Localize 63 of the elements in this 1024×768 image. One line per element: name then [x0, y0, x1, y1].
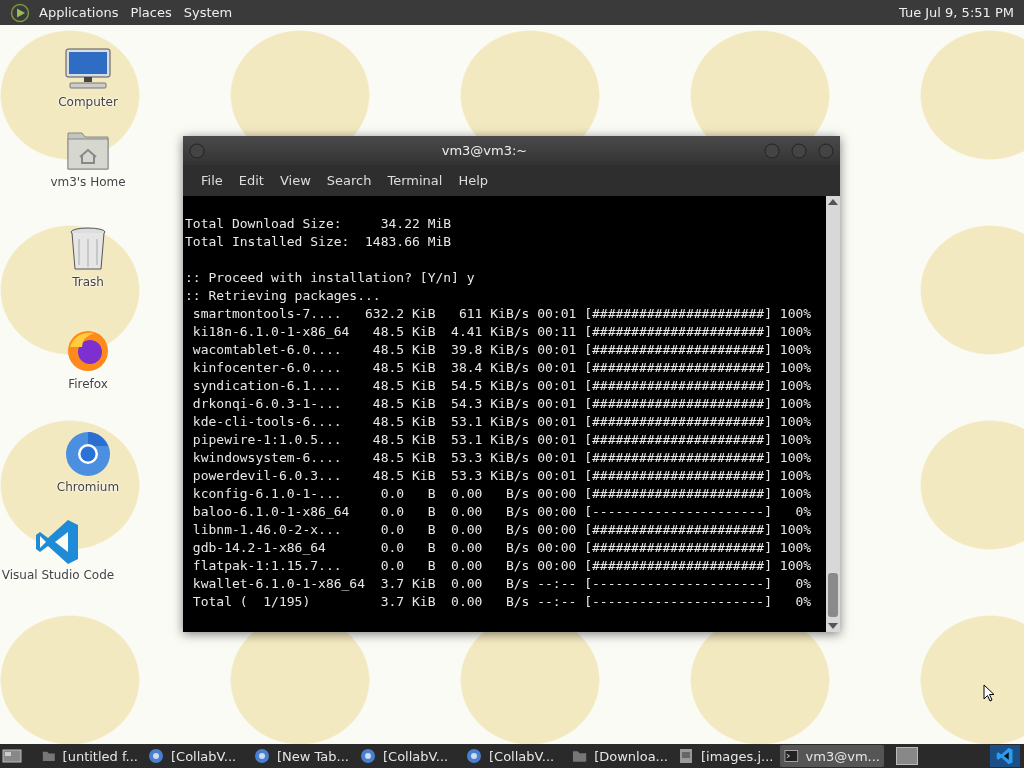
- scrollbar[interactable]: [826, 196, 840, 632]
- desktop-icon-label[interactable]: vm3's Home: [50, 175, 126, 189]
- menu-item[interactable]: View: [271, 173, 319, 188]
- scroll-thumb[interactable]: [828, 573, 838, 617]
- browser-icon: [360, 748, 376, 764]
- browser-icon: [148, 748, 164, 764]
- terminal-icon: [784, 748, 799, 764]
- scroll-down-icon[interactable]: [828, 623, 838, 629]
- terminal-line: wacomtablet-6.0.... 48.5 KiB 39.8 KiB/s 00:01 [######################] 100%: [191, 341, 813, 359]
- taskbar-button[interactable]: [Downloa...: [568, 745, 672, 767]
- panel-menu[interactable]: System: [179, 5, 241, 20]
- menu-item[interactable]: File: [193, 173, 231, 188]
- taskbar-button[interactable]: [CollabV...: [144, 745, 248, 767]
- desktop-icon-label[interactable]: Firefox: [68, 377, 108, 391]
- browser-icon: [254, 748, 270, 764]
- taskbar-button[interactable]: vm3@vm...: [780, 745, 884, 767]
- chromium-icon[interactable]: [64, 430, 112, 478]
- terminal-line: drkonqi-6.0.3-1-... 48.5 KiB 54.3 KiB/s 00:01 [######################] 100%: [191, 395, 813, 413]
- workspace-switcher[interactable]: [896, 747, 918, 765]
- terminal-line: libnm-1.46.0-2-x... 0.0 B 0.00 B/s 00:00 [######################] 100%: [191, 521, 813, 539]
- clock[interactable]: Tue Jul 9, 5:51 PM: [898, 5, 1018, 20]
- play-logo-icon[interactable]: [10, 2, 30, 23]
- menu-item[interactable]: Help: [450, 173, 497, 188]
- terminal-line: ki18n-6.1.0-1-x86_64 48.5 KiB 4.41 KiB/s 00:11 [######################] 100%: [191, 323, 813, 341]
- mouse-cursor-icon: [983, 684, 995, 702]
- show-desktop-icon[interactable]: [2, 748, 22, 764]
- terminal-line: Total ( 1/195) 3.7 KiB 0.00 B/s --:-- [----------------------] 0%: [191, 593, 813, 611]
- image-icon: [678, 748, 694, 764]
- taskbar-button[interactable]: [New Tab...: [250, 745, 354, 767]
- scroll-up-icon[interactable]: [828, 199, 838, 205]
- desktop-icon-label[interactable]: Chromium: [56, 480, 120, 494]
- terminal-line: kde-cli-tools-6.... 48.5 KiB 53.1 KiB/s 00:01 [######################] 100%: [191, 413, 813, 431]
- terminal-line: :: Proceed with installation? [Y/n] y: [185, 269, 476, 287]
- terminal-line: Total Download Size: 34.22 MiB: [185, 215, 453, 233]
- terminal-line: baloo-6.1.0-1-x86_64 0.0 B 0.00 B/s 00:00 [----------------------] 0%: [191, 503, 813, 521]
- window-title: vm3@vm3:~: [440, 143, 529, 158]
- terminal-line: syndication-6.1.... 48.5 KiB 54.5 KiB/s 00:01 [######################] 100%: [191, 377, 813, 395]
- vscode-icon[interactable]: [996, 747, 1014, 765]
- terminal-line: :: Retrieving packages...: [185, 287, 382, 305]
- terminal-line: kinfocenter-6.0.... 48.5 KiB 38.4 KiB/s 00:01 [######################] 100%: [191, 359, 813, 377]
- terminal-line: gdb-14.2-1-x86_64 0.0 B 0.00 B/s 00:00 [######################] 100%: [191, 539, 813, 557]
- menu-item[interactable]: Search: [318, 173, 380, 188]
- terminal-line: Total Installed Size: 1483.66 MiB: [185, 233, 453, 251]
- desktop-icon-label[interactable]: Visual Studio Code: [1, 568, 115, 582]
- panel-menu[interactable]: Places: [126, 5, 180, 20]
- panel-menu[interactable]: Applications: [35, 5, 127, 20]
- terminal-line: flatpak-1:1.15.7... 0.0 B 0.00 B/s 00:00 [######################] 100%: [191, 557, 813, 575]
- taskbar-button[interactable]: [CollabV...: [356, 745, 460, 767]
- taskbar-button[interactable]: [images.j...: [674, 745, 778, 767]
- terminal-line: pipewire-1:1.0.5... 48.5 KiB 53.1 KiB/s 00:01 [######################] 100%: [191, 431, 813, 449]
- taskbar-button[interactable]: [CollabV...: [462, 745, 566, 767]
- menu-item[interactable]: Edit: [230, 173, 272, 188]
- browser-icon: [466, 748, 482, 764]
- taskbar-button[interactable]: [untitled f...: [38, 745, 142, 767]
- terminal-line: kconfig-6.1.0-1-... 0.0 B 0.00 B/s 00:00 [######################] 100%: [191, 485, 813, 503]
- desktop-icon-label[interactable]: Trash: [72, 275, 104, 289]
- desktop-icon-label[interactable]: Computer: [58, 95, 118, 109]
- folder-icon: [572, 748, 588, 764]
- terminal-line: kwindowsystem-6.... 48.5 KiB 53.3 KiB/s 00:01 [######################] 100%: [191, 449, 813, 467]
- terminal-line: smartmontools-7.... 632.2 KiB 611 KiB/s 00:01 [######################] 100%: [191, 305, 813, 323]
- terminal-line: kwallet-6.1.0-1-x86_64 3.7 KiB 0.00 B/s --:-- [----------------------] 0%: [191, 575, 813, 593]
- terminal-line: powerdevil-6.0.3... 48.5 KiB 53.3 KiB/s 00:01 [######################] 100%: [191, 467, 813, 485]
- menu-item[interactable]: Terminal: [379, 173, 451, 188]
